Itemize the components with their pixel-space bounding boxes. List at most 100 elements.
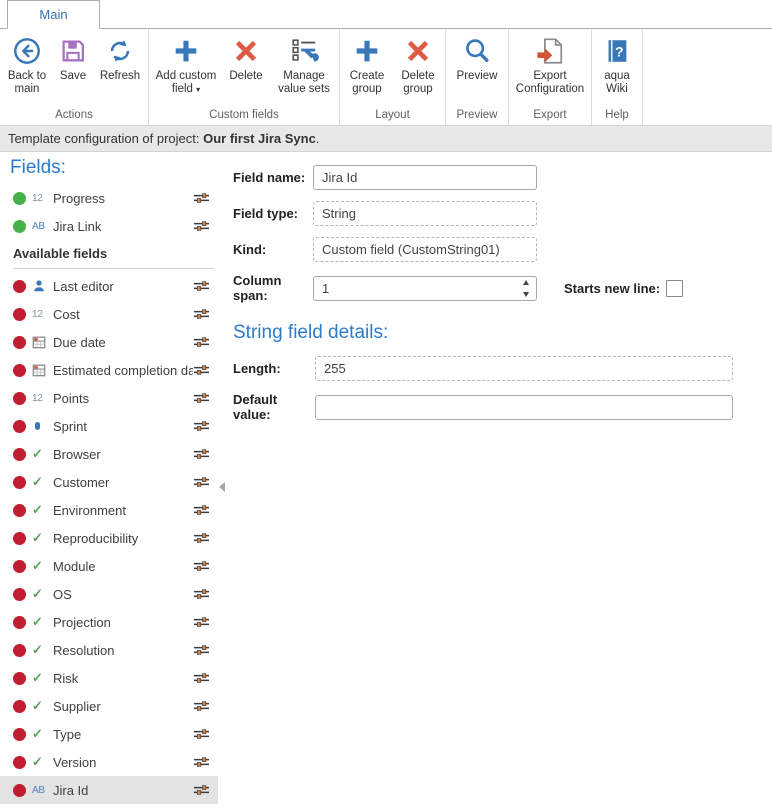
field-item-version[interactable]: ✓Version bbox=[0, 748, 218, 776]
field-item-sprint[interactable]: Sprint bbox=[0, 412, 218, 440]
field-item-os[interactable]: ✓OS bbox=[0, 580, 218, 608]
field-options-sliders-icon[interactable] bbox=[193, 308, 210, 320]
field-item-due-date[interactable]: Due date bbox=[0, 328, 218, 356]
field-item-label: Sprint bbox=[53, 419, 193, 434]
field-item-projection[interactable]: ✓Projection bbox=[0, 608, 218, 636]
calendar-icon bbox=[32, 363, 53, 377]
form-row: Field name: Jira Id bbox=[233, 165, 772, 190]
field-options-sliders-icon[interactable] bbox=[193, 560, 210, 572]
manage-value-sets-button-label: Manage value sets bbox=[272, 70, 336, 96]
dropdown-caret-icon: ▾ bbox=[196, 85, 200, 94]
back-to-main-button[interactable]: Back to main bbox=[3, 33, 51, 96]
add-custom-field-button[interactable]: Add custom field ▾ bbox=[152, 33, 220, 96]
status-prefix: Template configuration of project: bbox=[8, 131, 203, 146]
field-item-resolution[interactable]: ✓Resolution bbox=[0, 636, 218, 664]
save-icon bbox=[57, 35, 89, 67]
field-item-cost[interactable]: 12Cost bbox=[0, 300, 218, 328]
export-icon bbox=[534, 35, 566, 67]
refresh-button[interactable]: Refresh bbox=[95, 33, 145, 83]
button-label-text: Export Configuration bbox=[516, 70, 584, 95]
delete-button[interactable]: Delete bbox=[223, 33, 269, 83]
field-item-type[interactable]: ✓Type bbox=[0, 720, 218, 748]
red-status-icon bbox=[13, 504, 26, 517]
field-options-sliders-icon[interactable] bbox=[193, 280, 210, 292]
field-options-sliders-icon[interactable] bbox=[193, 672, 210, 684]
field-item-label: Version bbox=[53, 755, 193, 770]
kind-input: Custom field (CustomString01) bbox=[313, 237, 537, 262]
field-name-input[interactable]: Jira Id bbox=[313, 165, 537, 190]
field-item-browser[interactable]: ✓Browser bbox=[0, 440, 218, 468]
field-item-label: Points bbox=[53, 391, 193, 406]
field-options-sliders-icon[interactable] bbox=[193, 504, 210, 516]
ribbon-group-buttons: Create group Delete group bbox=[343, 33, 442, 106]
field-item-jira-id[interactable]: ABJira Id bbox=[0, 776, 218, 804]
field-item-module[interactable]: ✓Module bbox=[0, 552, 218, 580]
field-options-sliders-icon[interactable] bbox=[193, 532, 210, 544]
field-item-customer[interactable]: ✓Customer bbox=[0, 468, 218, 496]
field-item-jira-link[interactable]: ABJira Link bbox=[0, 212, 218, 240]
red-status-icon bbox=[13, 532, 26, 545]
field-options-sliders-icon[interactable] bbox=[193, 476, 210, 488]
export-configuration-button[interactable]: Export Configuration bbox=[512, 33, 588, 96]
delete-button-label: Delete bbox=[229, 70, 262, 83]
button-label-text: Delete group bbox=[401, 70, 434, 95]
save-button[interactable]: Save bbox=[54, 33, 92, 83]
ribbon-group-layout: Create groupDelete groupLayout bbox=[340, 29, 446, 125]
field-options-sliders-icon[interactable] bbox=[193, 364, 210, 376]
field-name-value: Jira Id bbox=[322, 170, 357, 185]
starts-new-line-label: Starts new line: bbox=[564, 281, 660, 296]
field-item-points[interactable]: 12Points bbox=[0, 384, 218, 412]
field-options-sliders-icon[interactable] bbox=[193, 192, 210, 204]
default-value-input[interactable] bbox=[315, 395, 733, 420]
field-options-sliders-icon[interactable] bbox=[193, 220, 210, 232]
green-status-icon bbox=[13, 220, 26, 233]
content-area: Fields: 12ProgressABJira Link Available … bbox=[0, 152, 772, 804]
field-item-progress[interactable]: 12Progress bbox=[0, 184, 218, 212]
delete-icon bbox=[230, 35, 262, 67]
field-item-last-editor[interactable]: Last editor bbox=[0, 272, 218, 300]
field-options-sliders-icon[interactable] bbox=[193, 644, 210, 656]
field-options-sliders-icon[interactable] bbox=[193, 784, 210, 796]
field-options-sliders-icon[interactable] bbox=[193, 756, 210, 768]
field-item-estimated-completion-dat[interactable]: Estimated completion dat bbox=[0, 356, 218, 384]
field-item-label: Resolution bbox=[53, 643, 193, 658]
field-options-sliders-icon[interactable] bbox=[193, 700, 210, 712]
starts-new-line-checkbox[interactable] bbox=[666, 280, 683, 297]
checkmark-icon: ✓ bbox=[32, 532, 53, 544]
delete-group-button[interactable]: Delete group bbox=[394, 33, 442, 96]
field-item-label: Type bbox=[53, 727, 193, 742]
field-options-sliders-icon[interactable] bbox=[193, 616, 210, 628]
red-status-icon bbox=[13, 392, 26, 405]
field-item-label: Last editor bbox=[53, 279, 193, 294]
back-to-main-icon bbox=[11, 35, 43, 67]
create-group-button[interactable]: Create group bbox=[343, 33, 391, 96]
ribbon-group-buttons: Add custom field ▾ Delete Manage value set… bbox=[152, 33, 336, 106]
sprint-icon bbox=[32, 422, 53, 430]
field-options-sliders-icon[interactable] bbox=[193, 728, 210, 740]
ribbon-group-buttons: Preview bbox=[449, 33, 505, 106]
field-options-sliders-icon[interactable] bbox=[193, 392, 210, 404]
spinner-down-icon[interactable] bbox=[523, 292, 529, 297]
field-options-sliders-icon[interactable] bbox=[193, 420, 210, 432]
tab-main[interactable]: Main bbox=[7, 0, 100, 29]
field-item-environment[interactable]: ✓Environment bbox=[0, 496, 218, 524]
field-options-sliders-icon[interactable] bbox=[193, 588, 210, 600]
spinner-up-icon[interactable] bbox=[523, 280, 529, 285]
field-item-reproducibility[interactable]: ✓Reproducibility bbox=[0, 524, 218, 552]
field-item-label: Risk bbox=[53, 671, 193, 686]
field-item-supplier[interactable]: ✓Supplier bbox=[0, 692, 218, 720]
checkmark-icon: ✓ bbox=[32, 700, 53, 712]
column-span-label: Column span: bbox=[233, 273, 313, 303]
ribbon-group-actions: Back to mainSaveRefreshActions bbox=[0, 29, 149, 125]
field-item-label: Jira Id bbox=[53, 783, 193, 798]
field-item-risk[interactable]: ✓Risk bbox=[0, 664, 218, 692]
manage-value-sets-button[interactable]: Manage value sets bbox=[272, 33, 336, 96]
column-span-input[interactable]: 1 bbox=[313, 276, 537, 301]
aqua-wiki-button[interactable]: ?aqua Wiki bbox=[595, 33, 639, 96]
preview-button[interactable]: Preview bbox=[449, 33, 505, 83]
ribbon-group-buttons: ?aqua Wiki bbox=[595, 33, 639, 106]
field-options-sliders-icon[interactable] bbox=[193, 336, 210, 348]
form-row: Length: 255 bbox=[233, 356, 772, 381]
export-configuration-button-label: Export Configuration bbox=[512, 70, 588, 96]
field-options-sliders-icon[interactable] bbox=[193, 448, 210, 460]
